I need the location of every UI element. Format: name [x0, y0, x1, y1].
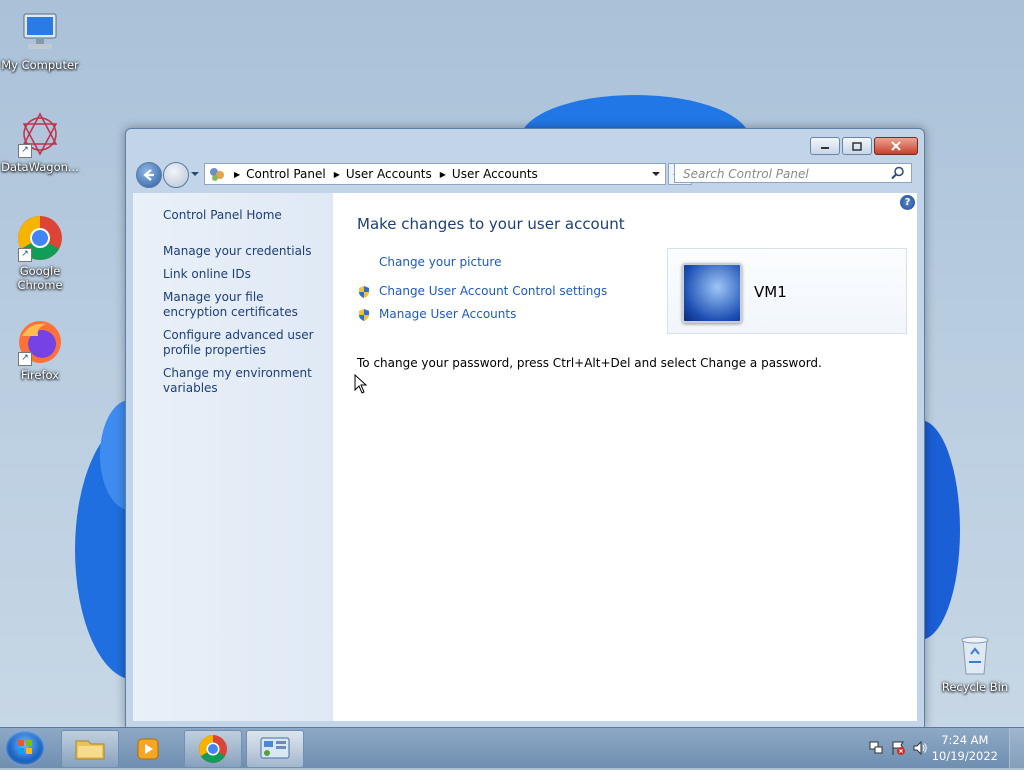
recycle-bin-icon — [951, 630, 999, 678]
sidebar-item-environment-variables[interactable]: Change my environment variables — [163, 366, 323, 396]
desktop-icon-google-chrome[interactable]: ↗ Google Chrome — [0, 214, 80, 292]
computer-icon — [16, 8, 64, 56]
desktop-icon-label: My Computer — [1, 58, 79, 72]
password-instructions: To change your password, press Ctrl+Alt+… — [357, 356, 822, 370]
maximize-button[interactable] — [842, 137, 872, 155]
uac-shield-icon — [359, 309, 369, 321]
search-input[interactable]: Search Control Panel — [674, 163, 912, 183]
taskbar-explorer-button[interactable] — [61, 730, 119, 768]
content-area: Control Panel Home Manage your credentia… — [133, 193, 917, 721]
desktop-icon-label: Firefox — [20, 368, 60, 382]
minimize-button[interactable] — [810, 137, 840, 155]
forward-button[interactable] — [163, 162, 189, 188]
breadcrumb-separator-icon: ▶ — [234, 169, 241, 179]
help-button[interactable]: ? — [900, 195, 915, 210]
back-button[interactable] — [136, 162, 162, 188]
taskbar-control-panel-button[interactable] — [246, 730, 304, 768]
volume-icon[interactable] — [912, 740, 928, 756]
back-arrow-icon — [143, 169, 154, 181]
shortcut-arrow-icon: ↗ — [18, 248, 32, 262]
start-button[interactable] — [5, 730, 45, 766]
clock-date: 10/19/2022 — [931, 749, 998, 763]
window-controls — [810, 137, 918, 155]
windows-logo-icon — [18, 740, 32, 754]
navigation-bar: ▶ Control Panel ▶ User Accounts ▶ User A… — [132, 160, 918, 190]
uac-shield-icon — [359, 286, 369, 298]
task-change-picture[interactable]: Change your picture — [379, 255, 501, 269]
media-player-icon — [137, 738, 159, 760]
address-dropdown-icon[interactable] — [651, 170, 661, 178]
close-icon — [891, 141, 901, 151]
close-button[interactable] — [874, 137, 918, 155]
folder-icon — [75, 740, 105, 760]
user-name: VM1 — [754, 283, 787, 301]
taskbar-chrome-button[interactable] — [184, 730, 242, 768]
show-desktop-button[interactable] — [1009, 728, 1024, 768]
network-icon[interactable] — [868, 740, 884, 756]
shortcut-arrow-icon: ↗ — [18, 352, 32, 366]
maximize-icon — [852, 141, 862, 151]
sidebar-item-link-online-ids[interactable]: Link online IDs — [163, 267, 323, 282]
chrome-icon: ↗ — [16, 214, 64, 262]
recent-pages-chevron-icon[interactable] — [190, 170, 200, 178]
chrome-icon — [199, 735, 227, 763]
taskbar-media-player-button[interactable] — [121, 730, 179, 768]
minimize-icon — [821, 147, 829, 149]
sidebar-item-file-encryption[interactable]: Manage your file encryption certificates — [163, 290, 323, 320]
mouse-cursor-icon — [354, 374, 368, 394]
page-title: Make changes to your user account — [357, 215, 625, 233]
search-icon[interactable] — [891, 166, 905, 180]
breadcrumb-control-panel[interactable]: Control Panel — [246, 167, 326, 181]
task-manage-user-accounts[interactable]: Manage User Accounts — [379, 307, 516, 321]
desktop-icon-firefox[interactable]: ↗ Firefox — [0, 318, 80, 382]
desktop-icon-label: Recycle Bin — [941, 680, 1009, 694]
task-change-uac-settings[interactable]: Change User Account Control settings — [379, 284, 607, 298]
breadcrumb-separator-icon: ▶ — [333, 169, 340, 179]
desktop-icon-label: DataWagon... — [1, 160, 79, 174]
sidebar-item-advanced-profile[interactable]: Configure advanced user profile properti… — [163, 328, 323, 358]
sidebar-item-control-panel-home[interactable]: Control Panel Home — [163, 208, 323, 223]
breadcrumb-user-accounts-current[interactable]: User Accounts — [452, 167, 538, 181]
search-placeholder: Search Control Panel — [683, 167, 809, 181]
clock-time: 7:24 AM — [941, 733, 989, 747]
shortcut-arrow-icon: ↗ — [18, 144, 32, 158]
system-tray: 7:24 AM 10/19/2022 — [854, 728, 1024, 768]
taskbar: 7:24 AM 10/19/2022 — [0, 727, 1024, 768]
address-bar[interactable]: ▶ Control Panel ▶ User Accounts ▶ User A… — [204, 163, 666, 185]
sidebar: Control Panel Home Manage your credentia… — [133, 193, 333, 721]
breadcrumb-separator-icon: ▶ — [439, 169, 446, 179]
user-avatar[interactable] — [682, 263, 742, 323]
user-account-card: VM1 — [667, 248, 907, 334]
desktop-icon-my-computer[interactable]: My Computer — [0, 8, 80, 72]
sidebar-item-manage-credentials[interactable]: Manage your credentials — [163, 244, 323, 259]
main-panel: ? Make changes to your user account Chan… — [333, 193, 917, 721]
desktop-icon-label: Google Chrome — [17, 264, 63, 292]
action-center-flag-icon[interactable] — [890, 740, 906, 756]
desktop-icon-datawagon[interactable]: ↗ DataWagon... — [0, 110, 80, 174]
user-accounts-window: ▶ Control Panel ▶ User Accounts ▶ User A… — [125, 128, 925, 728]
desktop-icon-recycle-bin[interactable]: Recycle Bin — [935, 630, 1015, 694]
control-panel-icon — [210, 168, 224, 181]
firefox-icon: ↗ — [16, 318, 64, 366]
clock[interactable]: 7:24 AM 10/19/2022 — [932, 732, 998, 764]
control-panel-icon — [260, 737, 290, 759]
breadcrumb-user-accounts[interactable]: User Accounts — [346, 167, 432, 181]
datawagon-icon: ↗ — [16, 110, 64, 158]
